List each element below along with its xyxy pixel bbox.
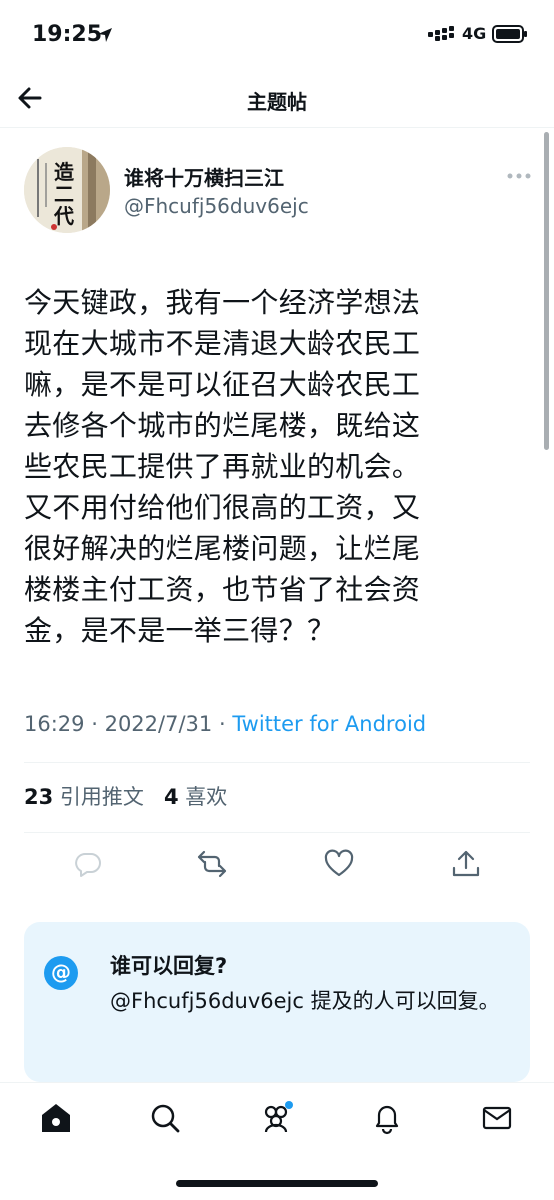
quote-label: 引用推文 [59, 785, 144, 809]
status-bar: 19:25 4G [0, 0, 554, 70]
divider [24, 832, 530, 833]
home-indicator [176, 1180, 378, 1187]
meta-separator: · [91, 712, 105, 736]
location-arrow-icon [98, 28, 112, 42]
more-options-icon[interactable] [505, 170, 533, 182]
tweet-text: 今天键政，我有一个经济学想法 现在大城市不是清退大龄农民工 嘛，是不是可以征召大… [24, 286, 421, 647]
reply-restriction-description: @Fhcufj56duv6ejc 提及的人可以回复。 [110, 989, 500, 1013]
like-heart-icon[interactable] [323, 848, 355, 880]
top-app-bar: 主题帖 [0, 70, 554, 128]
avatar-char-2: 二 [54, 182, 74, 206]
communities-icon[interactable] [259, 1101, 293, 1135]
tweet-date: 2022/7/31 [104, 712, 213, 736]
share-icon[interactable] [450, 848, 482, 880]
meta-separator: · [218, 712, 233, 736]
status-time: 19:25 [32, 22, 103, 47]
calligraphy-avatar-image: 造 二 代 [24, 147, 110, 233]
tweet-time: 16:29 [24, 712, 85, 736]
avatar-char-1: 造 [54, 160, 75, 184]
reply-restriction-title: 谁可以回复? [110, 954, 228, 978]
quote-count: 23 [24, 785, 54, 809]
scrollbar[interactable] [544, 132, 549, 450]
reply-icon[interactable] [72, 848, 104, 880]
battery-icon [492, 25, 527, 43]
divider [24, 762, 530, 763]
at-mention-icon: @ [44, 956, 78, 990]
who-can-reply-card: @ 谁可以回复? @Fhcufj56duv6ejc 提及的人可以回复。 [24, 922, 530, 1082]
avatar[interactable]: 造 二 代 [24, 147, 110, 233]
notifications-bell-icon[interactable] [370, 1101, 404, 1135]
quote-stat[interactable]: 23 引用推文 [24, 785, 144, 809]
like-count: 4 [163, 785, 179, 809]
avatar-char-3: 代 [53, 204, 74, 228]
tweet-actions [0, 840, 554, 890]
retweet-icon[interactable] [196, 848, 228, 880]
author-handle[interactable]: @Fhcufj56duv6ejc [124, 194, 309, 218]
tweet-stats: 23 引用推文 4 喜欢 [24, 781, 227, 811]
tweet-detail-screen: 19:25 4G 主题帖 造 二 代 谁将十万横扫三江 @Fhcufj56duv… [0, 0, 554, 1200]
home-icon[interactable] [39, 1101, 73, 1135]
like-stat[interactable]: 4 喜欢 [164, 785, 227, 809]
page-title: 主题帖 [247, 90, 307, 114]
tweet-source-link[interactable]: Twitter for Android [232, 712, 426, 736]
cellular-signal-icon [428, 26, 454, 41]
author-display-name[interactable]: 谁将十万横扫三江 [124, 162, 284, 191]
search-icon[interactable] [148, 1101, 182, 1135]
like-label: 喜欢 [185, 785, 228, 809]
messages-mail-icon[interactable] [480, 1101, 514, 1135]
network-type: 4G [462, 24, 487, 43]
tweet-metadata: 16:29 · 2022/7/31 · Twitter for Android [24, 712, 426, 736]
